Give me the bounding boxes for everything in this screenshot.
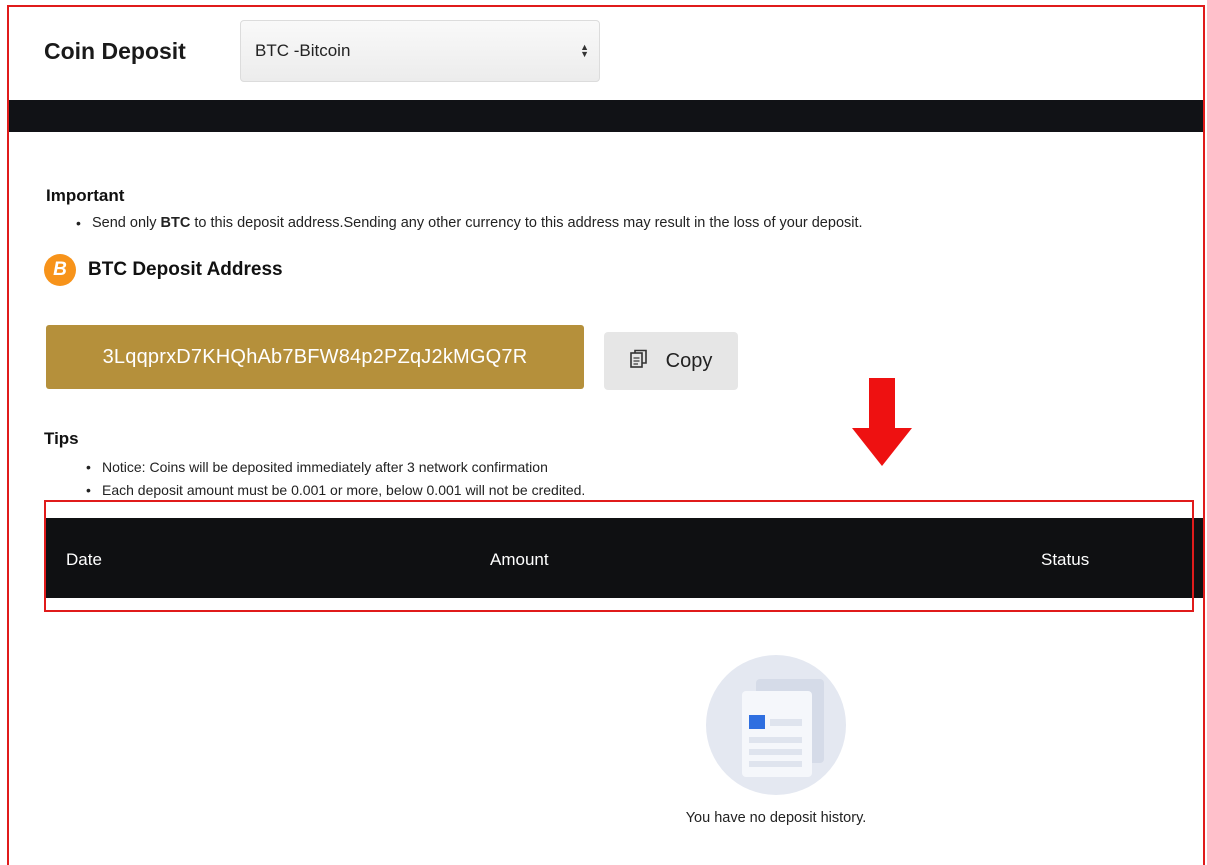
important-notice-prefix: Send only (92, 215, 161, 231)
header-bar (9, 100, 1203, 132)
bitcoin-icon-letter: B (53, 259, 67, 280)
deposit-address-title: BTC Deposit Address (88, 259, 283, 280)
empty-history-message: You have no deposit history. (685, 810, 867, 826)
deposit-address-heading: B BTC Deposit Address (44, 254, 283, 286)
important-heading: Important (46, 186, 125, 205)
bitcoin-icon: B (44, 254, 76, 286)
annotation-highlight-box (44, 500, 1194, 612)
tips-heading: Tips (44, 429, 79, 448)
important-notice-suffix: to this deposit address.Sending any othe… (190, 215, 863, 231)
copy-label: Copy (665, 349, 713, 372)
annotation-frame (7, 5, 1205, 865)
deposit-address[interactable]: 3LqqprxD7KHQhAb7BFW84p2PZqJ2kMGQ7R (46, 325, 584, 389)
coin-select[interactable]: BTC -Bitcoin ▲ ▼ (240, 20, 600, 82)
copy-button[interactable]: Copy (604, 332, 738, 390)
copy-icon (629, 349, 648, 374)
important-notice-coin: BTC (160, 215, 191, 231)
tip-item: Notice: Coins will be deposited immediat… (86, 459, 548, 475)
page-title: Coin Deposit (44, 37, 186, 64)
coin-select-value: BTC -Bitcoin (255, 41, 351, 60)
select-arrows-icon: ▲ ▼ (580, 42, 589, 59)
page-header: Coin Deposit (44, 20, 186, 82)
important-notice: Send only BTC to this deposit address.Se… (76, 215, 863, 231)
annotation-arrow-icon (852, 378, 912, 466)
deposit-address-text: 3LqqprxD7KHQhAb7BFW84p2PZqJ2kMGQ7R (102, 345, 528, 368)
tip-item: Each deposit amount must be 0.001 or mor… (86, 482, 585, 498)
empty-history-icon (706, 655, 846, 795)
